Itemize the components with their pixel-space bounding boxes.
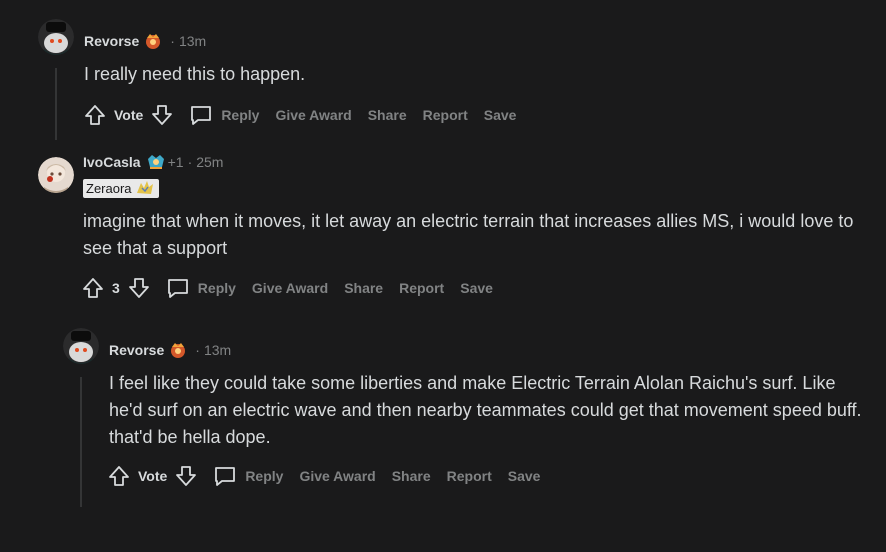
share-button[interactable]: Share (344, 280, 383, 296)
timestamp[interactable]: 25m (196, 154, 223, 170)
comment-body: I feel like they could take some liberti… (109, 373, 862, 447)
upvote-arrow-icon[interactable] (80, 275, 106, 301)
comment-bubble-icon (191, 106, 212, 125)
zeraora-flair-icon (134, 179, 156, 199)
reply-button[interactable]: Reply (189, 103, 259, 127)
username[interactable]: IvoCasla (83, 154, 141, 170)
give-award-button[interactable]: Give Award (299, 468, 375, 484)
action-bar: Vote Reply Give Award Share Report Save (82, 102, 516, 128)
save-button[interactable]: Save (508, 468, 541, 484)
tier-flair-icon (144, 32, 162, 50)
comment-header: IvoCasla +1 · 25m (83, 153, 223, 171)
report-button[interactable]: Report (423, 107, 468, 123)
username[interactable]: Revorse (109, 342, 164, 358)
save-button[interactable]: Save (460, 280, 493, 296)
save-button[interactable]: Save (484, 107, 517, 123)
avatar[interactable] (63, 328, 99, 364)
comment-body: imagine that when it moves, it let away … (83, 211, 854, 258)
avatar[interactable] (38, 157, 74, 193)
comment-meta: +1 · 25m (167, 154, 224, 170)
tier-flair-icon (146, 153, 164, 171)
downvote-arrow-icon[interactable] (173, 463, 199, 489)
comment-header: Revorse · 13m (84, 32, 206, 50)
thread-line[interactable] (80, 377, 82, 507)
share-button[interactable]: Share (392, 468, 431, 484)
vote-count: 3 (112, 280, 120, 296)
reply-label: Reply (221, 107, 260, 123)
comment-meta: · 13m (170, 33, 207, 49)
reply-button[interactable]: Reply (166, 276, 236, 300)
tier-flair-icon (169, 341, 187, 359)
reply-label: Reply (245, 468, 284, 484)
give-award-button[interactable]: Give Award (252, 280, 328, 296)
vote-count: Vote (114, 107, 144, 123)
comment-bubble-icon (215, 467, 236, 486)
comment-body: I really need this to happen. (84, 64, 306, 84)
timestamp[interactable]: 13m (179, 33, 206, 49)
comment-meta: · 13m (195, 342, 232, 358)
share-button[interactable]: Share (368, 107, 407, 123)
vote-count: Vote (138, 468, 168, 484)
username[interactable]: Revorse (84, 33, 139, 49)
report-button[interactable]: Report (399, 280, 444, 296)
user-flair-label: Zeraora (86, 181, 132, 196)
thread-line[interactable] (55, 68, 57, 140)
comment-thread: { "comments": [ { "username": "Revorse",… (0, 0, 886, 552)
give-award-button[interactable]: Give Award (275, 107, 351, 123)
award-count: +1 (167, 154, 184, 170)
downvote-arrow-icon[interactable] (126, 275, 152, 301)
action-bar: 3 Reply Give Award Share Report Save (80, 275, 493, 301)
reply-button[interactable]: Reply (213, 464, 283, 488)
avatar[interactable] (38, 19, 74, 55)
reply-label: Reply (197, 280, 236, 296)
upvote-arrow-icon[interactable] (106, 463, 132, 489)
user-flair: Zeraora (83, 179, 159, 198)
downvote-arrow-icon[interactable] (149, 102, 175, 128)
upvote-arrow-icon[interactable] (82, 102, 108, 128)
comment-header: Revorse · 13m (109, 341, 231, 359)
comment-bubble-icon (167, 279, 188, 298)
report-button[interactable]: Report (447, 468, 492, 484)
action-bar: Vote Reply Give Award Share Report Save (106, 463, 540, 489)
timestamp[interactable]: 13m (204, 342, 231, 358)
